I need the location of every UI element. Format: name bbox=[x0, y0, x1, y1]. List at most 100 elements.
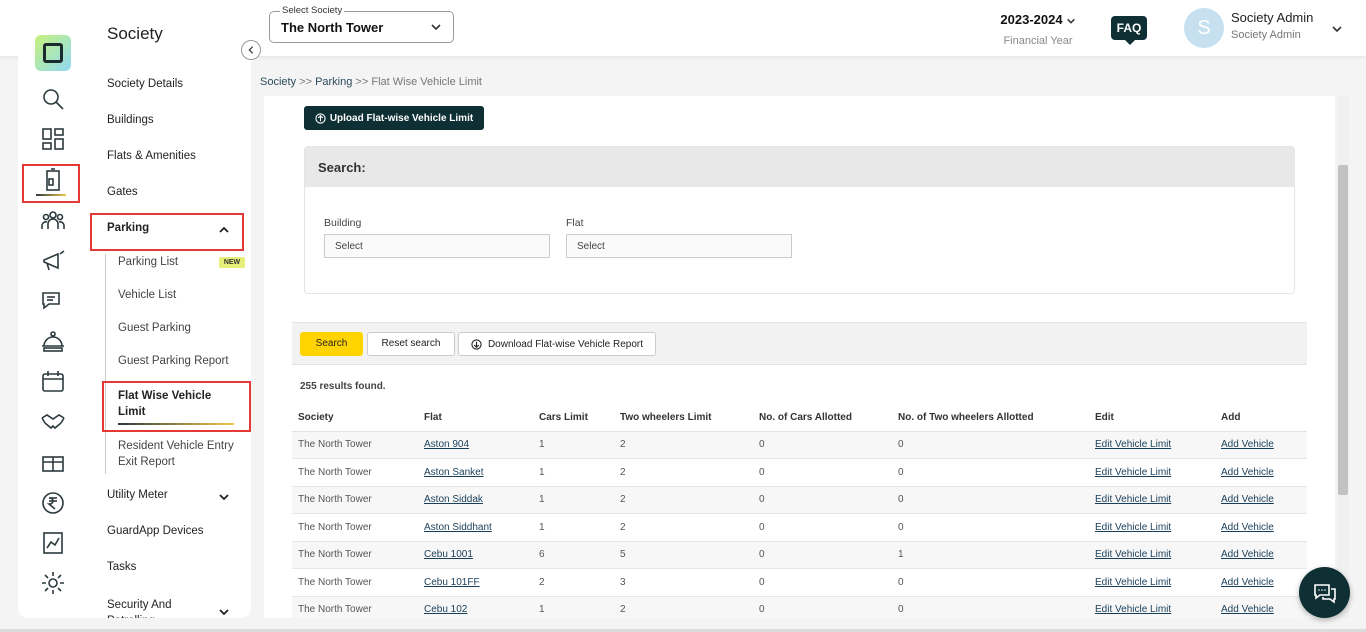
results-count: 255 results found. bbox=[300, 381, 386, 392]
sidebar-subitem-resident-vehicle-report[interactable]: Resident Vehicle Entry Exit Report bbox=[118, 438, 243, 470]
society-select[interactable]: Select Society The North Tower bbox=[269, 5, 454, 43]
two-wheelers-limit-cell: 2 bbox=[614, 513, 753, 542]
cars-allotted-cell: 0 bbox=[753, 458, 892, 487]
table-header-row: Society Flat Cars Limit Two wheelers Lim… bbox=[292, 404, 1307, 432]
add-vehicle-link[interactable]: Add Vehicle bbox=[1221, 494, 1274, 505]
society-cell: The North Tower bbox=[292, 568, 418, 597]
download-icon bbox=[471, 338, 482, 350]
service-icon[interactable] bbox=[38, 327, 68, 357]
flat-link[interactable]: Cebu 102 bbox=[424, 604, 467, 615]
flat-link[interactable]: Aston Siddak bbox=[424, 494, 483, 505]
search-panel: Search: Building Select Flat Select bbox=[304, 146, 1295, 294]
chevron-down-icon[interactable] bbox=[218, 490, 230, 508]
society-cell: The North Tower bbox=[292, 541, 418, 569]
flat-link[interactable]: Aston Sanket bbox=[424, 467, 483, 478]
add-vehicle-link[interactable]: Add Vehicle bbox=[1221, 467, 1274, 478]
sidebar-item-tasks[interactable]: Tasks bbox=[107, 561, 136, 573]
edit-vehicle-limit-link[interactable]: Edit Vehicle Limit bbox=[1095, 467, 1171, 478]
edit-vehicle-limit-link[interactable]: Edit Vehicle Limit bbox=[1095, 577, 1171, 588]
cars-limit-cell: 2 bbox=[533, 568, 614, 597]
collapse-sidebar-button[interactable] bbox=[241, 40, 261, 60]
search-icon[interactable] bbox=[38, 84, 68, 114]
cars-allotted-cell: 0 bbox=[753, 513, 892, 542]
society-cell: The North Tower bbox=[292, 596, 418, 618]
breadcrumb-current: Flat Wise Vehicle Limit bbox=[371, 76, 482, 88]
flat-select[interactable]: Select bbox=[566, 234, 792, 258]
chart-icon[interactable] bbox=[38, 528, 68, 558]
table-row: The North Tower Cebu 101FF 2 3 0 0 Edit … bbox=[292, 568, 1307, 597]
handshake-icon[interactable] bbox=[38, 407, 68, 437]
column-header: Cars Limit bbox=[533, 404, 614, 432]
financial-year-value: 2023-2024 bbox=[1000, 12, 1063, 27]
two-wheelers-limit-cell: 2 bbox=[614, 486, 753, 514]
society-cell: The North Tower bbox=[292, 458, 418, 487]
flat-link[interactable]: Cebu 101FF bbox=[424, 577, 480, 588]
chat-icon[interactable] bbox=[38, 286, 68, 316]
download-report-button[interactable]: Download Flat-wise Vehicle Report bbox=[458, 332, 656, 356]
sidebar-item-gates[interactable]: Gates bbox=[107, 186, 138, 198]
flat-link[interactable]: Aston Siddhant bbox=[424, 522, 492, 533]
edit-vehicle-limit-link[interactable]: Edit Vehicle Limit bbox=[1095, 494, 1171, 505]
financial-year-selector[interactable]: 2023-2024 Financial Year bbox=[993, 12, 1083, 47]
download-button-label: Download Flat-wise Vehicle Report bbox=[487, 338, 644, 350]
table-row: The North Tower Cebu 102 1 2 0 0 Edit Ve… bbox=[292, 596, 1307, 618]
dashboard-icon[interactable] bbox=[38, 124, 68, 154]
sidebar-item-security-patrolling[interactable]: Security And Patrolling bbox=[107, 597, 197, 618]
sidebar-subitem-guest-parking[interactable]: Guest Parking bbox=[118, 322, 191, 334]
user-menu[interactable]: Society Admin Society Admin bbox=[1231, 10, 1313, 41]
edit-vehicle-limit-link[interactable]: Edit Vehicle Limit bbox=[1095, 604, 1171, 615]
sidebar-item-guardapp-devices[interactable]: GuardApp Devices bbox=[107, 525, 204, 537]
cars-allotted-cell: 0 bbox=[753, 596, 892, 618]
app-logo[interactable] bbox=[35, 35, 71, 71]
chat-support-button[interactable] bbox=[1299, 567, 1350, 618]
add-vehicle-link[interactable]: Add Vehicle bbox=[1221, 522, 1274, 533]
sidebar-subitem-parking-list[interactable]: Parking List bbox=[118, 256, 178, 268]
sidebar-subitem-vehicle-list[interactable]: Vehicle List bbox=[118, 289, 176, 301]
sidebar-item-buildings[interactable]: Buildings bbox=[107, 114, 154, 126]
two-wheelers-limit-cell: 2 bbox=[614, 431, 753, 459]
rupee-icon[interactable] bbox=[38, 488, 68, 518]
chat-bubble-icon bbox=[1313, 583, 1336, 604]
chevron-down-icon[interactable] bbox=[218, 605, 230, 618]
column-header: Add bbox=[1215, 404, 1307, 432]
sidebar-item-flats-amenities[interactable]: Flats & Amenities bbox=[107, 150, 196, 162]
sidebar-item-utility-meter[interactable]: Utility Meter bbox=[107, 489, 168, 501]
scrollbar-thumb[interactable] bbox=[1338, 165, 1348, 495]
add-vehicle-link[interactable]: Add Vehicle bbox=[1221, 577, 1274, 588]
breadcrumb-separator: >> bbox=[299, 76, 312, 88]
settings-icon[interactable] bbox=[38, 568, 68, 598]
column-header: No. of Cars Allotted bbox=[753, 404, 892, 432]
breadcrumb-separator: >> bbox=[355, 76, 369, 88]
search-button[interactable]: Search bbox=[300, 332, 363, 356]
breadcrumb-society[interactable]: Society bbox=[260, 76, 296, 88]
two-wheelers-limit-cell: 3 bbox=[614, 568, 753, 597]
upload-flat-wise-limit-button[interactable]: Upload Flat-wise Vehicle Limit bbox=[304, 106, 484, 130]
chevron-down-icon[interactable] bbox=[1331, 22, 1343, 40]
cars-allotted-cell: 0 bbox=[753, 541, 892, 569]
calendar-icon[interactable] bbox=[38, 367, 68, 397]
megaphone-icon[interactable] bbox=[38, 246, 68, 276]
faq-button[interactable]: FAQ bbox=[1111, 16, 1147, 45]
society-cell: The North Tower bbox=[292, 513, 418, 542]
gift-icon[interactable] bbox=[38, 448, 68, 478]
add-vehicle-link[interactable]: Add Vehicle bbox=[1221, 549, 1274, 560]
add-vehicle-link[interactable]: Add Vehicle bbox=[1221, 604, 1274, 615]
edit-vehicle-limit-link[interactable]: Edit Vehicle Limit bbox=[1095, 522, 1171, 533]
sidebar-subitem-guest-parking-report[interactable]: Guest Parking Report bbox=[118, 355, 229, 367]
reset-search-button[interactable]: Reset search bbox=[367, 332, 455, 356]
edit-vehicle-limit-link[interactable]: Edit Vehicle Limit bbox=[1095, 439, 1171, 450]
breadcrumb-parking[interactable]: Parking bbox=[315, 76, 352, 88]
action-bar: Search Reset search Download Flat-wise V… bbox=[292, 322, 1307, 365]
new-badge: NEW bbox=[219, 257, 245, 268]
sidebar-item-society-details[interactable]: Society Details bbox=[107, 78, 183, 90]
financial-year-label: Financial Year bbox=[1003, 35, 1073, 47]
edit-vehicle-limit-link[interactable]: Edit Vehicle Limit bbox=[1095, 549, 1171, 560]
people-icon[interactable] bbox=[38, 205, 68, 235]
avatar[interactable]: S bbox=[1184, 8, 1224, 48]
main-panel: Upload Flat-wise Vehicle Limit Search: B… bbox=[264, 96, 1335, 618]
flat-link[interactable]: Aston 904 bbox=[424, 439, 469, 450]
add-vehicle-link[interactable]: Add Vehicle bbox=[1221, 439, 1274, 450]
cars-limit-cell: 1 bbox=[533, 596, 614, 618]
flat-link[interactable]: Cebu 1001 bbox=[424, 549, 473, 560]
building-select[interactable]: Select bbox=[324, 234, 550, 258]
